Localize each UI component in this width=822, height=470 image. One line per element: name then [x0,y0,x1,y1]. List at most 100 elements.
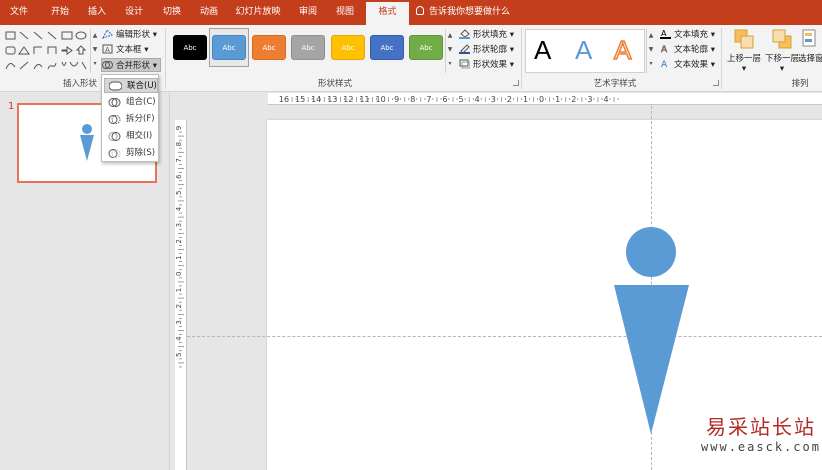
curve-shape-icon [5,63,16,70]
ruler-tick-label: 2 [571,95,576,104]
line5-shape-icon [81,61,87,70]
watermark-title: 易采站长站 [706,415,816,439]
ruler-tick-label: 4 [475,95,480,104]
group-separator [165,28,166,89]
tab-animations[interactable]: 动画 [192,0,226,25]
menu-item-intersect[interactable]: 相交(I) [104,129,158,144]
line3-shape-icon [47,31,57,40]
menu-item-union[interactable]: 联合(U) [104,78,158,93]
slide-number: 1 [8,101,15,112]
send-backward-button[interactable]: 下移一层 ▾ [762,29,802,74]
scroll-up-icon[interactable]: ▲ [446,29,454,43]
svg-text:A: A [661,29,667,38]
circle-shape[interactable] [626,227,676,277]
more-icon[interactable]: ▾ [91,57,99,71]
group-separator [521,28,522,89]
shape-style-preset-blue[interactable]: Abc [212,35,246,60]
line4-shape-icon [19,61,29,70]
svg-text:A: A [661,60,668,69]
menu-item-label: 组合(C) [126,97,156,107]
arc2-shape-icon [69,61,79,67]
scroll-down-icon[interactable]: ▼ [446,43,454,57]
wordart-launcher-icon[interactable] [713,80,719,86]
person-figure-shapes[interactable] [600,220,710,440]
wordart-style-black[interactable]: A [534,35,551,65]
menu-item-combine[interactable]: 组合(C) [104,95,158,110]
scroll-up-icon[interactable]: ▲ [91,29,99,43]
tab-insert[interactable]: 插入 [80,0,114,25]
ribbon-tab-bar: 文件 开始 插入 设计 切换 动画 幻灯片放映 审阅 视图 格式 告诉我你想要做… [0,0,822,25]
tab-view[interactable]: 视图 [328,0,362,25]
wordart-style-orange-outline[interactable]: A [613,34,632,66]
rectangle-shape-icon [61,31,73,40]
tab-review[interactable]: 审阅 [291,0,325,25]
tab-home[interactable]: 开始 [42,0,78,25]
tab-design[interactable]: 设计 [117,0,151,25]
shape-style-preset-gold[interactable]: Abc [331,35,365,60]
tab-format[interactable]: 格式 [366,2,409,25]
ruler-tick-label: 1 [175,288,183,292]
arc-shape-icon [33,63,43,70]
menu-item-label: 相交(I) [126,131,153,141]
ruler-tick-label: 9 [175,126,183,130]
bring-forward-icon [734,29,754,49]
ruler-tick-label: 8 [410,95,415,104]
up-arrow-shape-icon [75,45,87,55]
text-box-button[interactable]: A 文本框 ▾ [102,43,148,57]
text-outline-label: 文本轮廓 [674,45,709,55]
shape-style-preset-dark-blue[interactable]: Abc [370,35,404,60]
shapes-gallery[interactable] [4,29,90,73]
scroll-down-icon[interactable]: ▼ [91,43,99,57]
shape-fill-label: 形状填充 [473,30,508,40]
intersect-icon [108,131,121,142]
scroll-up-icon[interactable]: ▲ [647,29,655,43]
tell-me-search[interactable]: 告诉我你想要做什么 [416,0,510,25]
menu-item-fragment[interactable]: 拆分(F) [104,112,158,127]
lightbulb-icon [416,6,424,15]
shape-styles-launcher-icon[interactable] [513,80,519,86]
bring-forward-button[interactable]: 上移一层 ▾ [724,29,764,74]
more-icon[interactable]: ▾ [647,57,655,71]
edit-shape-button[interactable]: 编辑形状 ▾ [102,28,157,42]
horizontal-ruler: 16 15 14 13 12 11 10 9 8 7 6 5 4 3 2 1 0 1 2 3 4 [268,93,822,105]
shape-style-preset-black[interactable]: Abc [173,35,207,60]
ruler-tick-label: 15 [295,95,305,104]
shape-style-preset-gray[interactable]: Abc [291,35,325,60]
menu-item-label: 联合(U) [127,81,157,91]
ruler-tick-label: 6 [175,174,183,179]
triangle-shape[interactable] [614,285,689,434]
ruler-tick-label: 4 [603,95,608,104]
shape-style-preset-green[interactable]: Abc [409,35,443,60]
tab-slideshow[interactable]: 幻灯片放映 [232,0,284,25]
tab-transitions[interactable]: 切换 [155,0,189,25]
shape-effects-icon [459,59,471,69]
ruler-tick-label: 4 [175,336,183,341]
ruler-tick-label: 5 [175,353,183,357]
scroll-down-icon[interactable]: ▼ [647,43,655,57]
watermark: 易采站长站 www.easck.com [700,414,822,454]
text-fill-label: 文本填充 [674,30,709,40]
text-effects-button[interactable]: A 文本效果 ▾ [660,58,715,72]
styles-gallery-scroll[interactable]: ▲ ▼ ▾ [445,29,454,73]
menu-item-subtract[interactable]: 剪除(S) [104,146,158,161]
ruler-tick-label: 14 [311,95,321,104]
shape-effects-button[interactable]: 形状效果 ▾ [459,58,514,72]
text-fill-button[interactable]: A 文本填充 ▾ [660,28,715,42]
selection-pane-button[interactable]: 选择窗 [798,29,822,64]
shapes-gallery-scroll[interactable]: ▲ ▼ ▾ [90,29,99,73]
shape-fill-button[interactable]: 形状填充 ▾ [459,28,514,42]
shape-outline-button[interactable]: 形状轮廓 ▾ [459,43,514,57]
ruler-tick-label: 8 [175,142,183,146]
wordart-gallery-scroll[interactable]: ▲ ▼ ▾ [646,29,655,73]
menu-item-label: 剪除(S) [126,148,156,158]
insert-shapes-group-label: 插入形状 [62,79,97,89]
svg-text:A: A [661,45,668,54]
merge-shapes-button[interactable]: 合并形状 ▾ [101,58,161,72]
wordart-style-blue[interactable]: A [575,35,592,65]
text-outline-button[interactable]: A 文本轮廓 ▾ [660,43,715,57]
tab-file[interactable]: 文件 [0,0,38,25]
wordart-gallery[interactable]: A A A [525,29,645,73]
horizontal-ruler-scale: 16 15 14 13 12 11 10 9 8 7 6 5 4 3 2 1 0 1 2 3 4 [279,95,619,104]
shape-style-preset-orange[interactable]: Abc [252,35,286,60]
more-icon[interactable]: ▾ [446,57,454,71]
